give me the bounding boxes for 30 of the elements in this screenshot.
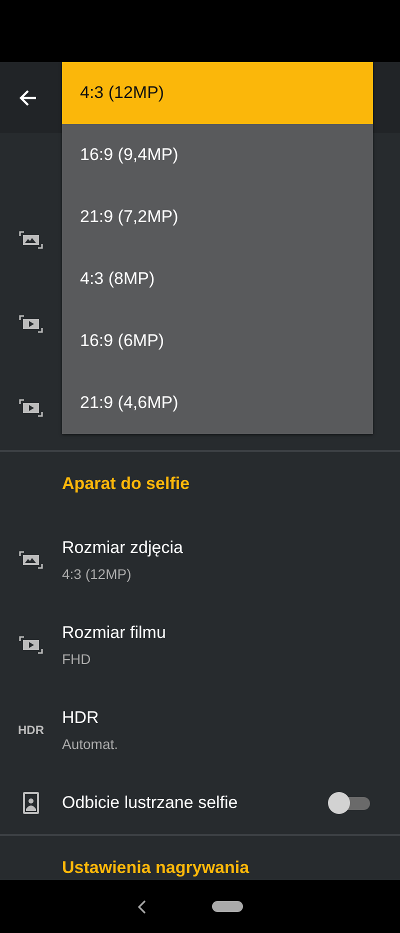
setting-label: Odbicie lustrzane selfie bbox=[62, 793, 239, 813]
setting-value: 4:3 (12MP) bbox=[62, 566, 132, 582]
setting-label: Rozmiar filmu bbox=[62, 622, 167, 642]
back-icon[interactable] bbox=[138, 900, 146, 914]
settings-item[interactable]: Rozmiar filmu FHD bbox=[0, 602, 400, 687]
home-pill[interactable] bbox=[212, 901, 242, 912]
setting-label: Rozmiar zdjęcia bbox=[62, 538, 184, 558]
dropdown-option[interactable]: 21:9 (4,6MP) bbox=[62, 372, 373, 434]
hdr-icon: HDR bbox=[18, 722, 44, 736]
section-header: Ustawienia nagrywania bbox=[61, 857, 250, 879]
setting-value: Automat. bbox=[62, 736, 120, 752]
settings-item[interactable]: Rozmiar zdjęcia 4:3 (12MP) bbox=[0, 517, 400, 602]
toggle-switch[interactable] bbox=[328, 791, 372, 815]
dropdown-option[interactable]: 4:3 (8MP) bbox=[62, 248, 373, 310]
section-header: Aparat do selfie bbox=[61, 473, 191, 495]
dropdown-option[interactable]: 4:3 (12MP) bbox=[62, 62, 373, 124]
video-icon bbox=[19, 399, 43, 417]
dropdown-option[interactable]: 16:9 (9,4MP) bbox=[62, 124, 373, 186]
image-icon bbox=[19, 231, 43, 249]
settings-item[interactable]: HDR HDR Automat. bbox=[0, 687, 400, 772]
portrait-icon bbox=[23, 792, 39, 814]
video-icon bbox=[19, 315, 43, 333]
image-icon bbox=[19, 550, 43, 568]
dropdown-option[interactable]: 21:9 (7,2MP) bbox=[62, 186, 373, 248]
dropdown-option[interactable]: 16:9 (6MP) bbox=[62, 310, 373, 372]
setting-label: HDR bbox=[62, 708, 100, 728]
setting-value: FHD bbox=[62, 650, 92, 666]
settings-item[interactable]: Odbicie lustrzane selfie bbox=[0, 772, 400, 834]
back-arrow-icon[interactable] bbox=[18, 88, 38, 108]
video-icon bbox=[19, 636, 43, 654]
